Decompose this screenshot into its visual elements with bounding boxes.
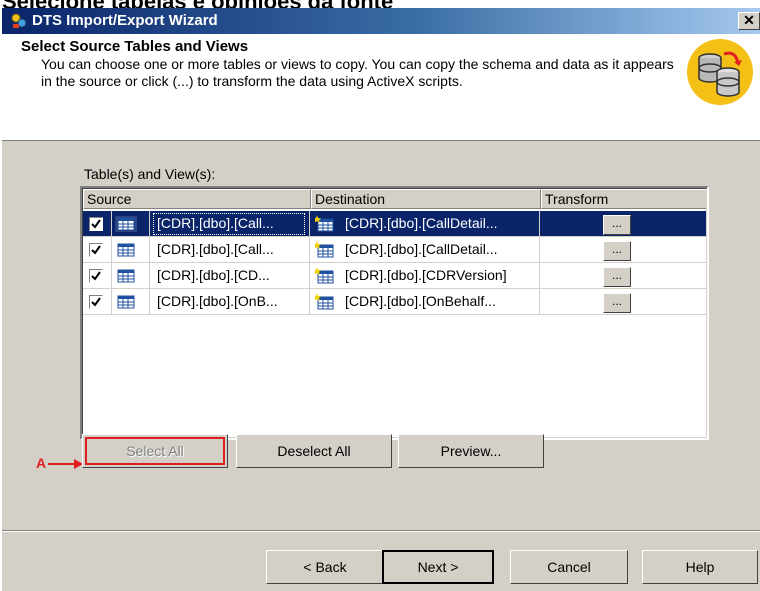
table-icon	[117, 269, 135, 283]
table-row[interactable]: [CDR].[dbo].[Call... [CDR].[dbo].[CallDe…	[83, 211, 706, 237]
window-title: DTS Import/Export Wizard	[32, 12, 218, 29]
database-copy-icon	[687, 39, 753, 105]
row-checkbox[interactable]	[89, 269, 103, 283]
column-divider	[149, 211, 150, 315]
source-cell[interactable]: [CDR].[dbo].[OnB...	[157, 293, 278, 309]
tables-list[interactable]: Source Destination Transform [CDR].[dbo]…	[80, 186, 709, 440]
footer-divider	[2, 530, 760, 532]
row-divider	[83, 262, 706, 263]
close-button[interactable]: ✕	[738, 12, 760, 30]
checkmark-icon	[91, 297, 101, 307]
table-icon	[115, 216, 137, 232]
column-divider	[309, 211, 310, 315]
transform-button[interactable]: ...	[603, 267, 631, 287]
row-checkbox[interactable]	[89, 243, 103, 257]
select-all-button[interactable]: Select All	[82, 434, 228, 468]
table-row[interactable]: [CDR].[dbo].[CD... [CDR].[dbo].[CDRVersi…	[83, 263, 706, 289]
new-table-icon	[315, 293, 334, 310]
table-icon	[117, 295, 135, 309]
source-cell[interactable]: [CDR].[dbo].[CD...	[157, 267, 270, 283]
title-bar[interactable]: DTS Import/Export Wizard ✕	[2, 8, 760, 34]
page-description: You can choose one or more tables or vie…	[41, 56, 674, 89]
new-table-icon	[315, 267, 334, 284]
source-cell[interactable]: [CDR].[dbo].[Call...	[157, 241, 274, 257]
back-button[interactable]: < Back	[266, 550, 384, 584]
destination-cell[interactable]: [CDR].[dbo].[CallDetail...	[345, 241, 498, 257]
row-checkbox[interactable]	[89, 295, 103, 309]
transform-button[interactable]: ...	[603, 215, 631, 235]
page-title: Select Source Tables and Views	[21, 38, 249, 55]
row-divider	[83, 314, 706, 315]
row-checkbox[interactable]	[89, 217, 103, 231]
checkmark-icon	[91, 271, 101, 281]
new-table-icon	[315, 241, 334, 258]
close-icon: ✕	[743, 12, 755, 28]
checkmark-icon	[91, 245, 101, 255]
column-header-destination[interactable]: Destination	[311, 189, 541, 209]
table-row[interactable]: [CDR].[dbo].[OnB... [CDR].[dbo].[OnBehal…	[83, 289, 706, 315]
dts-app-icon	[11, 13, 27, 28]
column-header-transform[interactable]: Transform	[541, 189, 706, 209]
destination-cell[interactable]: [CDR].[dbo].[OnBehalf...	[345, 293, 496, 309]
row-divider	[83, 236, 706, 237]
transform-button[interactable]: ...	[603, 293, 631, 313]
cancel-button[interactable]: Cancel	[510, 550, 628, 584]
new-table-icon	[315, 215, 334, 232]
preview-button[interactable]: Preview...	[398, 434, 544, 468]
column-header-source[interactable]: Source	[83, 189, 311, 209]
checkmark-icon	[91, 219, 101, 229]
column-divider	[111, 211, 112, 315]
column-divider	[539, 211, 540, 315]
transform-button[interactable]: ...	[603, 241, 631, 261]
wizard-window: DTS Import/Export Wizard ✕ Select Source…	[0, 8, 760, 591]
destination-cell[interactable]: [CDR].[dbo].[CDRVersion]	[345, 267, 507, 283]
next-button[interactable]: Next >	[382, 550, 494, 584]
deselect-all-button[interactable]: Deselect All	[236, 434, 392, 468]
table-icon	[117, 243, 135, 257]
row-divider	[83, 288, 706, 289]
table-row[interactable]: [CDR].[dbo].[Call... [CDR].[dbo].[CallDe…	[83, 237, 706, 263]
annotation-arrow-icon	[48, 459, 83, 469]
annotation-label: A	[36, 455, 47, 471]
source-cell[interactable]: [CDR].[dbo].[Call...	[157, 215, 274, 231]
destination-cell[interactable]: [CDR].[dbo].[CallDetail...	[345, 215, 498, 231]
tables-views-label: Table(s) and View(s):	[84, 166, 216, 182]
help-button[interactable]: Help	[642, 550, 758, 584]
